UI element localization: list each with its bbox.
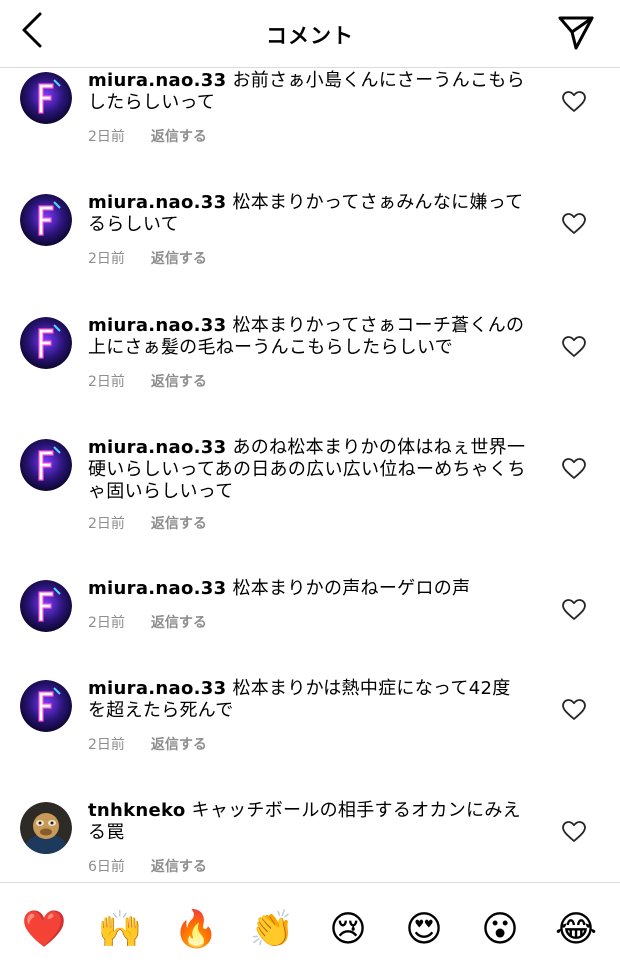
heart-outline-icon [562,91,586,112]
comment-username[interactable]: miura.nao.33 [88,70,226,91]
emoji-surprised-icon[interactable]: 😮 [470,910,530,950]
reply-button[interactable]: 返信する [151,248,207,268]
heart-outline-icon [562,699,586,720]
comment-item: miura.nao.33 松本まりかってさぁコーチ蒼くんの上にさぁ髪の毛ねーうん… [0,315,620,425]
comment-item: miura.nao.33 松本まりかは熱中症になって42度を超えたら死んで 2日… [0,678,620,788]
emoji-heart-eyes-icon[interactable]: 😍 [394,910,454,950]
like-button[interactable] [562,335,586,359]
emoji-reaction-bar: ❤️ 🙌 🔥 👏 😢 😍 😮 😂 [0,900,620,960]
comment-item: miura.nao.33 松本まりかの声ねーゲロの声 2日前 返信する [0,578,620,668]
reply-button[interactable]: 返信する [151,856,207,876]
emoji-raised-hands-icon[interactable]: 🙌 [90,910,150,950]
comment-meta: 2日前 返信する [88,612,207,632]
comment-meta: 2日前 返信する [88,126,207,146]
avatar[interactable] [20,72,72,124]
page-title: コメント [266,24,354,48]
comment-username[interactable]: miura.nao.33 [88,578,226,599]
avatar[interactable] [20,194,72,246]
comment-text: miura.nao.33 松本まりかの声ねーゲロの声 [88,578,528,600]
paper-plane-icon [558,16,594,50]
comment-meta: 6日前 返信する [88,856,207,876]
like-button[interactable] [562,90,586,114]
divider [0,882,620,883]
like-button[interactable] [562,820,586,844]
header: コメント [0,0,620,68]
comment-time: 2日前 [88,615,125,631]
emoji-laughing-icon[interactable]: 😂 [546,910,606,950]
avatar-f-logo-icon [20,317,72,369]
avatar-f-logo-icon [20,439,72,491]
avatar-f-logo-icon [20,194,72,246]
reply-button[interactable]: 返信する [151,513,207,533]
heart-outline-icon [562,458,586,479]
comment-meta: 2日前 返信する [88,513,207,533]
reply-button[interactable]: 返信する [151,126,207,146]
comment-time: 2日前 [88,129,125,145]
like-button[interactable] [562,457,586,481]
avatar[interactable] [20,439,72,491]
comment-username[interactable]: miura.nao.33 [88,678,226,699]
comment-meta: 2日前 返信する [88,371,207,391]
like-button[interactable] [562,212,586,236]
reply-button[interactable]: 返信する [151,734,207,754]
comment-time: 2日前 [88,374,125,390]
heart-outline-icon [562,336,586,357]
comment-text: miura.nao.33 松本まりかってさぁコーチ蒼くんの上にさぁ髪の毛ねーうん… [88,315,528,359]
like-button[interactable] [562,698,586,722]
comment-username[interactable]: miura.nao.33 [88,315,226,336]
like-button[interactable] [562,598,586,622]
avatar[interactable] [20,580,72,632]
avatar-f-logo-icon [20,680,72,732]
comment-meta: 2日前 返信する [88,734,207,754]
avatar[interactable] [20,802,72,854]
reply-button[interactable]: 返信する [151,612,207,632]
emoji-crying-icon[interactable]: 😢 [318,910,378,950]
avatar-f-logo-icon [20,72,72,124]
comment-time: 2日前 [88,516,125,532]
comment-text: miura.nao.33 お前さぁ小島くんにさーうんこもらしたらしいって [88,70,528,114]
avatar-photo-icon [20,802,72,854]
comment-time: 2日前 [88,251,125,267]
emoji-clapping-icon[interactable]: 👏 [242,910,302,950]
reply-button[interactable]: 返信する [151,371,207,391]
comment-meta: 2日前 返信する [88,248,207,268]
emoji-heart-icon[interactable]: ❤️ [14,910,74,950]
avatar[interactable] [20,317,72,369]
comment-item: miura.nao.33 お前さぁ小島くんにさーうんこもらしたらしいって 2日前… [0,70,620,180]
heart-outline-icon [562,213,586,234]
share-button[interactable] [556,12,596,52]
comment-time: 2日前 [88,737,125,753]
comment-text: miura.nao.33 あのね松本まりかの体はねぇ世界一硬いらしいってあの日あ… [88,437,528,503]
emoji-fire-icon[interactable]: 🔥 [166,910,226,950]
comment-text: miura.nao.33 松本まりかってさぁみんなに嫌ってるらしいて [88,192,528,236]
comment-item: miura.nao.33 あのね松本まりかの体はねぇ世界一硬いらしいってあの日あ… [0,437,620,567]
comment-body: 松本まりかの声ねーゲロの声 [232,578,471,599]
comment-time: 6日前 [88,859,125,875]
avatar[interactable] [20,680,72,732]
comment-text: tnhkneko キャッチボールの相手するオカンにみえる罠 [88,800,528,844]
heart-outline-icon [562,821,586,842]
heart-outline-icon [562,599,586,620]
comment-item: tnhkneko キャッチボールの相手するオカンにみえる罠 6日前 返信する [0,800,620,880]
comment-username[interactable]: miura.nao.33 [88,437,226,458]
comment-username[interactable]: tnhkneko [88,800,185,821]
comment-item: miura.nao.33 松本まりかってさぁみんなに嫌ってるらしいて 2日前 返… [0,192,620,302]
comment-text: miura.nao.33 松本まりかは熱中症になって42度を超えたら死んで [88,678,528,722]
avatar-f-logo-icon [20,580,72,632]
comment-username[interactable]: miura.nao.33 [88,192,226,213]
